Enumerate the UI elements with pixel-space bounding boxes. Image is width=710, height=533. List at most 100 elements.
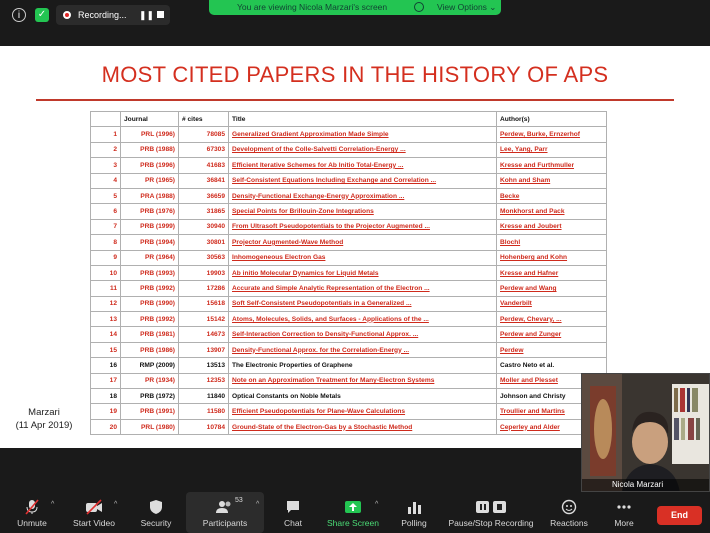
table-row: 7 PRB (1999) 30940 From Ultrasoft Pseudopot… bbox=[90, 218, 607, 236]
cites-cell: 10784 bbox=[178, 418, 229, 436]
cites-cell: 30940 bbox=[178, 218, 229, 236]
cites-cell: 15142 bbox=[178, 311, 229, 328]
pause-stop-recording-button[interactable]: Pause/Stop Recording bbox=[444, 492, 538, 533]
title-cell: Development of the Colle-Salvetti Correl… bbox=[228, 141, 497, 159]
title-cell: Efficient Iterative Schemes for Ab Initi… bbox=[228, 157, 497, 174]
table-row: 6 PRB (1976) 31865 Special Points for Brill… bbox=[90, 203, 607, 220]
screen-share-banner: You are viewing Nicola Marzari's screen … bbox=[209, 0, 501, 15]
journal-cell: PRB (1988) bbox=[120, 141, 179, 159]
view-options-button[interactable]: View Options ⌄ bbox=[437, 0, 496, 15]
cites-cell: 11840 bbox=[178, 388, 229, 405]
rank-cell: 8 bbox=[90, 234, 121, 251]
chat-button[interactable]: Chat bbox=[276, 492, 310, 533]
table-row: 5 PRA (1988) 36659 Density-Functional Excha… bbox=[90, 187, 607, 205]
cites-cell: 14673 bbox=[178, 326, 229, 343]
unmute-label: Unmute bbox=[17, 518, 47, 528]
rank-cell: 13 bbox=[90, 311, 121, 328]
title-cell: Density-Functional Approx. for the Corre… bbox=[228, 341, 497, 359]
shield-check-icon[interactable]: ✓ bbox=[35, 8, 49, 22]
credit-name: Marzari bbox=[28, 407, 60, 418]
participants-caret-icon[interactable]: ^ bbox=[256, 501, 259, 508]
table-row: 3 PRB (1996) 41683 Efficient Iterative Sche… bbox=[90, 157, 607, 174]
reactions-button[interactable]: Reactions bbox=[546, 492, 592, 533]
authors-cell: Monkhorst and Pack bbox=[496, 203, 607, 220]
citations-table: Journal # cites Title Author(s) 1 PRL (19… bbox=[90, 110, 607, 436]
cites-cell: 13907 bbox=[178, 341, 229, 359]
rank-cell: 16 bbox=[90, 357, 121, 374]
stop-recording-icon[interactable] bbox=[157, 11, 164, 18]
table-row: 16 RMP (2009) 13513 The Electronic Properti… bbox=[90, 357, 607, 374]
authors-cell: Kresse and Joubert bbox=[496, 218, 607, 236]
smiley-plus-icon bbox=[561, 499, 577, 515]
cites-cell: 30801 bbox=[178, 234, 229, 251]
share-screen-button[interactable]: Share Screen bbox=[324, 492, 382, 533]
table-row: 11 PRB (1992) 17286 Accurate and Simple Ana… bbox=[90, 280, 607, 297]
participants-count: 53 bbox=[235, 497, 243, 504]
slide-title: MOST CITED PAPERS IN THE HISTORY OF APS bbox=[101, 62, 609, 87]
title-cell: Atoms, Molecules, Solids, and Surfaces -… bbox=[228, 311, 497, 328]
authors-cell: Perdew and Wang bbox=[496, 280, 607, 297]
cites-cell: 13513 bbox=[178, 357, 229, 374]
rank-cell: 7 bbox=[90, 218, 121, 236]
cites-cell: 36659 bbox=[178, 187, 229, 205]
start-video-button[interactable]: Start Video bbox=[66, 492, 122, 533]
title-cell: The Electronic Properties of Graphene bbox=[228, 357, 497, 374]
participants-label: Participants bbox=[202, 518, 248, 528]
slide-credit: Marzari (11 Apr 2019) bbox=[8, 406, 80, 432]
rank-cell: 5 bbox=[90, 187, 121, 205]
participant-video-tile[interactable]: Nicola Marzari bbox=[581, 373, 710, 492]
journal-cell: PRB (1986) bbox=[120, 341, 179, 359]
microphone-muted-icon bbox=[25, 499, 39, 515]
more-label: More bbox=[614, 518, 634, 528]
authors-cell: Kohn and Sham bbox=[496, 172, 607, 189]
pause-recording-icon[interactable]: ❚❚ bbox=[139, 5, 154, 25]
authors-cell: Kresse and Hafner bbox=[496, 264, 607, 282]
audio-options-caret-icon[interactable]: ^ bbox=[51, 501, 54, 508]
table-row: 20 PRL (1980) 10784 Ground-State of the Ele… bbox=[90, 418, 607, 436]
share-options-caret-icon[interactable]: ^ bbox=[375, 501, 378, 508]
participants-button[interactable]: 53 Participants bbox=[186, 492, 264, 533]
journal-cell: PRB (1999) bbox=[120, 218, 179, 236]
journal-cell: PRB (1992) bbox=[120, 311, 179, 328]
meeting-info-icon[interactable]: i bbox=[12, 8, 26, 22]
authors-cell: Perdew, Burke, Ernzerhof bbox=[496, 126, 607, 143]
table-row: 18 PRB (1972) 11840 Optical Constants on No… bbox=[90, 388, 607, 405]
polling-button[interactable]: Polling bbox=[394, 492, 434, 533]
title-cell: Special Points for Brillouin-Zone Integr… bbox=[228, 203, 497, 220]
authors-cell: Perdew bbox=[496, 341, 607, 359]
table-row: 2 PRB (1988) 67303 Development of the Colle… bbox=[90, 141, 607, 159]
title-divider bbox=[36, 99, 674, 101]
participant-name: Nicola Marzari bbox=[582, 479, 709, 491]
more-button[interactable]: More bbox=[606, 492, 642, 533]
table-row: 19 PRB (1991) 11580 Efficient Pseudopotenti… bbox=[90, 403, 607, 420]
cites-cell: 12353 bbox=[178, 372, 229, 390]
video-options-caret-icon[interactable]: ^ bbox=[114, 501, 117, 508]
title-cell: Ab initio Molecular Dynamics for Liquid … bbox=[228, 264, 497, 282]
cites-cell: 19903 bbox=[178, 264, 229, 282]
table-row: 9 PR (1964) 30563 Inhomogeneous Electron Ga… bbox=[90, 249, 607, 266]
chat-bubble-icon bbox=[287, 501, 299, 513]
participants-icon bbox=[216, 501, 231, 513]
unmute-button[interactable]: Unmute bbox=[6, 492, 58, 533]
security-button[interactable]: Security bbox=[134, 492, 178, 533]
pause-stop-label: Pause/Stop Recording bbox=[448, 518, 534, 528]
share-screen-label: Share Screen bbox=[327, 518, 379, 528]
rank-cell: 6 bbox=[90, 203, 121, 220]
journal-cell: PRB (1994) bbox=[120, 234, 179, 251]
title-cell: Projector Augmented-Wave Method bbox=[228, 234, 497, 251]
title-cell: Efficient Pseudopotentials for Plane-Wav… bbox=[228, 403, 497, 420]
journal-cell: PRA (1988) bbox=[120, 187, 179, 205]
authors-cell: Hohenberg and Kohn bbox=[496, 249, 607, 266]
title-cell: Generalized Gradient Approximation Made … bbox=[228, 126, 497, 143]
cites-cell: 15618 bbox=[178, 295, 229, 313]
journal-cell: PRB (1996) bbox=[120, 157, 179, 174]
table-row: 8 PRB (1994) 30801 Projector Augmented-Wave… bbox=[90, 234, 607, 251]
rank-cell: 20 bbox=[90, 418, 121, 436]
cites-cell: 41683 bbox=[178, 157, 229, 174]
table-row: 15 PRB (1986) 13907 Density-Functional Appr… bbox=[90, 341, 607, 359]
authors-cell: Becke bbox=[496, 187, 607, 205]
table-row: 13 PRB (1992) 15142 Atoms, Molecules, Solid… bbox=[90, 311, 607, 328]
end-meeting-button[interactable]: End bbox=[657, 506, 702, 525]
authors-cell: Kresse and Furthmuller bbox=[496, 157, 607, 174]
journal-cell: PRB (1972) bbox=[120, 388, 179, 405]
